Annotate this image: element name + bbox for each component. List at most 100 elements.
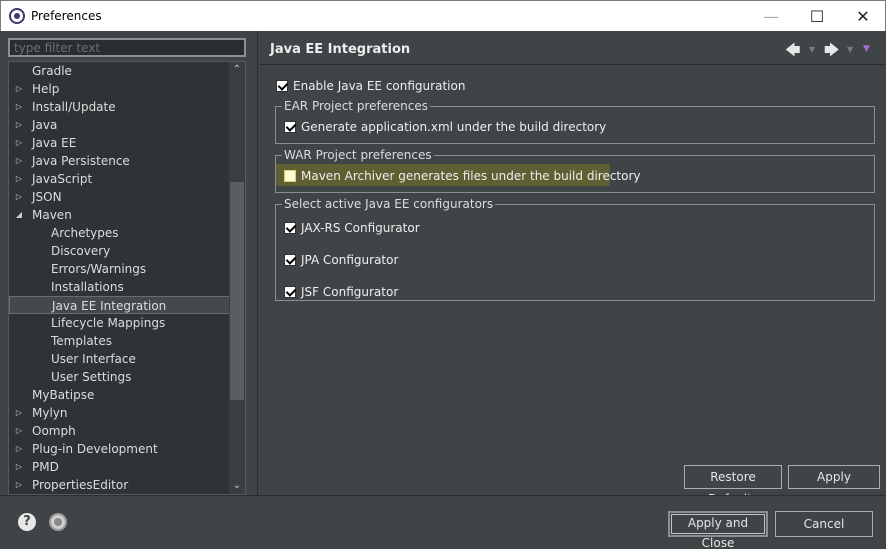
jaxrs-label: JAX-RS Configurator [301,221,420,235]
tree-item-label: MyBatipse [32,388,95,402]
cancel-button[interactable]: Cancel [775,511,873,537]
tree-item[interactable]: ▷ Oomph [9,422,230,440]
enable-javaee-checkbox[interactable] [276,80,288,92]
tree-item-label: PMD [32,460,59,474]
apply-button[interactable]: Apply [788,465,880,489]
view-menu-icon[interactable]: ▼ [863,44,870,54]
tree-item[interactable]: ▷ Java [9,116,230,134]
forward-history-menu[interactable]: ▼ [847,45,853,54]
collapsed-arrow-icon[interactable]: ▷ [14,458,24,476]
tree-item-label: Lifecycle Mappings [51,316,166,330]
minimize-button[interactable]: — [748,1,794,31]
tree-item-label: Oomph [32,424,76,438]
tree-item[interactable]: Lifecycle Mappings [9,314,230,332]
tree-item[interactable]: ▷ Help [9,80,230,98]
tree-item[interactable]: ▷ Plug-in Development [9,440,230,458]
tree-list: Gradle ▷ Help ▷ Install/Update ▷ Java ▷ Java EE ▷… [9,62,230,494]
tree-item[interactable]: User Interface [9,350,230,368]
collapsed-arrow-icon[interactable]: ▷ [14,440,24,458]
back-arrow-icon[interactable]: 🡄 [785,40,801,65]
tree-item[interactable]: MyBatipse [9,386,230,404]
close-button[interactable]: ✕ [840,1,886,31]
jaxrs-checkbox[interactable] [284,222,296,234]
restore-defaults-button[interactable]: Restore Defaults [684,465,782,506]
tree-item-label: User Settings [51,370,132,384]
tree-scrollbar[interactable]: ⌃ ⌄ [229,62,245,494]
scroll-down-button[interactable]: ⌄ [229,478,245,494]
collapsed-arrow-icon[interactable]: ▷ [14,476,24,494]
tree-item-label: Errors/Warnings [51,262,147,276]
help-icon[interactable]: ? [18,513,36,531]
tree-item[interactable]: Templates [9,332,230,350]
war-maven-archiver-checkbox[interactable] [284,170,296,182]
tree-item[interactable]: ▷ JSON [9,188,230,206]
scroll-thumb[interactable] [230,182,244,400]
tree-item-label: Java EE Integration [52,299,167,313]
war-group-title: WAR Project preferences [282,147,434,163]
tree-item-label: JSON [32,190,62,204]
tree-item[interactable]: ▷ PropertiesEditor [9,476,230,494]
jpa-checkbox[interactable] [284,254,296,266]
tree-item[interactable]: Discovery [9,242,230,260]
jpa-label: JPA Configurator [301,253,399,267]
dialog-button-bar: ? Apply and Close Cancel [0,495,886,549]
back-history-menu[interactable]: ▼ [809,45,815,54]
ear-generate-checkbox[interactable] [284,121,296,133]
tree-item[interactable]: Errors/Warnings [9,260,230,278]
configurators-group-title: Select active Java EE configurators [282,196,496,212]
apply-and-close-button[interactable]: Apply and Close [668,511,768,549]
expanded-arrow-icon[interactable]: ◢ [14,206,24,224]
ear-generate-label: Generate application.xml under the build… [301,120,607,134]
preferences-tree: Gradle ▷ Help ▷ Install/Update ▷ Java ▷ Java EE ▷… [8,61,246,495]
tree-item[interactable]: Installations [9,278,230,296]
tree-item-label: Gradle [32,64,72,78]
collapsed-arrow-icon[interactable]: ▷ [14,422,24,440]
war-maven-archiver-label: Maven Archiver generates files under the… [301,169,641,183]
eclipse-app-icon [9,8,25,24]
tree-item[interactable]: ▷ JavaScript [9,170,230,188]
scroll-up-button[interactable]: ⌃ [229,62,245,78]
title-bar: Preferences — ☐ ✕ [0,0,886,31]
collapsed-arrow-icon[interactable]: ▷ [14,188,24,206]
tree-item-label: PropertiesEditor [32,478,129,492]
tree-item[interactable]: ▷ Mylyn [9,404,230,422]
tree-item[interactable]: ◢ Maven [9,206,230,224]
jsf-checkbox[interactable] [284,286,296,298]
filter-input[interactable] [8,38,246,57]
collapsed-arrow-icon[interactable]: ▷ [14,152,24,170]
tree-item[interactable]: User Settings [9,368,230,386]
tree-item-label: Java [32,118,58,132]
collapsed-arrow-icon[interactable]: ▷ [14,98,24,116]
tree-item[interactable]: ▷ Java EE [9,134,230,152]
collapsed-arrow-icon[interactable]: ▷ [14,80,24,98]
tree-item-label: JavaScript [32,172,93,186]
tree-item[interactable]: Gradle [9,62,230,80]
tree-item-label: Installations [51,280,124,294]
collapsed-arrow-icon[interactable]: ▷ [14,134,24,152]
page-header: Java EE Integration 🡄 ▼ 🡆 ▼ ▼ [259,31,886,65]
tree-item-label: Install/Update [32,100,116,114]
tree-item-label: Plug-in Development [32,442,158,456]
tree-item[interactable]: Java EE Integration [9,296,230,314]
tree-item-label: Help [32,82,60,96]
maximize-button[interactable]: ☐ [794,1,840,31]
tree-item-label: Java EE [32,136,77,150]
tree-item-label: Maven [32,208,72,222]
collapsed-arrow-icon[interactable]: ▷ [14,404,24,422]
preferences-nav-pane: Gradle▷Help▷Install/Update▷Java▷Java EE▷… [0,31,258,495]
tree-item-label: Mylyn [32,406,68,420]
ear-group-title: EAR Project preferences [282,98,430,114]
tree-item-label: Templates [51,334,113,348]
window-title: Preferences [31,9,102,23]
collapsed-arrow-icon[interactable]: ▷ [14,170,24,188]
tree-item[interactable]: ▷ Install/Update [9,98,230,116]
tree-item[interactable]: Archetypes [9,224,230,242]
tree-item-label: Archetypes [51,226,119,240]
tree-item-label: Discovery [51,244,111,258]
tree-item[interactable]: ▷ Java Persistence [9,152,230,170]
import-export-prefs-icon[interactable] [49,513,67,531]
tree-item[interactable]: ▷ PMD [9,458,230,476]
collapsed-arrow-icon[interactable]: ▷ [14,116,24,134]
forward-arrow-icon[interactable]: 🡆 [824,40,840,65]
tree-item-label: Java Persistence [32,154,130,168]
